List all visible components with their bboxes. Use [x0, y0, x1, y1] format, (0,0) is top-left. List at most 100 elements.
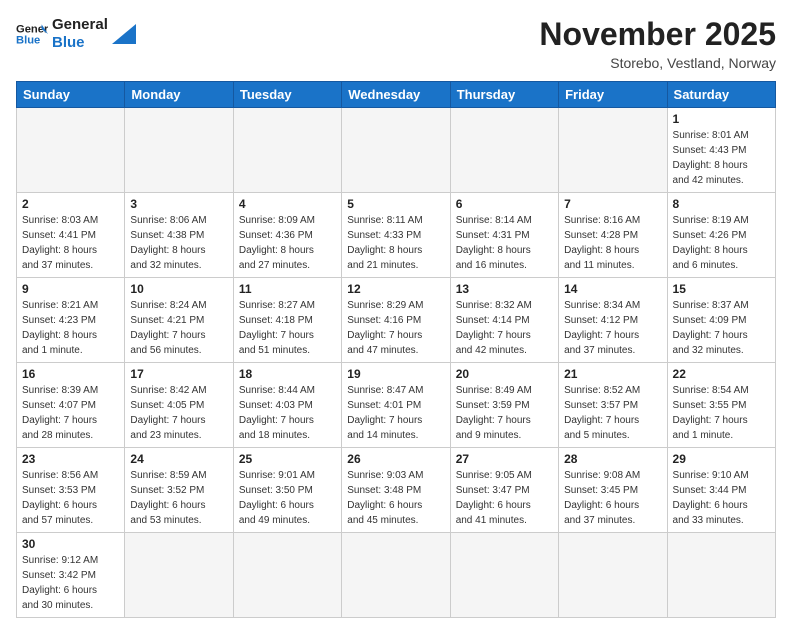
calendar-cell-3-5: 13Sunrise: 8:32 AM Sunset: 4:14 PM Dayli… — [450, 278, 558, 363]
calendar-cell-3-7: 15Sunrise: 8:37 AM Sunset: 4:09 PM Dayli… — [667, 278, 775, 363]
day-number: 19 — [347, 367, 444, 381]
calendar-cell-2-7: 8 Sunrise: 8:19 AM Sunset: 4:26 PM Daylig… — [667, 193, 775, 278]
day-number: 12 — [347, 282, 444, 296]
calendar-cell-4-7: 22 Sunrise: 8:54 AM Sunset: 3:55 PM Dayli… — [667, 363, 775, 448]
calendar-cell-4-5: 20 Sunrise: 8:49 AM Sunset: 3:59 PM Dayli… — [450, 363, 558, 448]
day-number: 24 — [130, 452, 227, 466]
calendar-cell-6-5 — [450, 533, 558, 618]
day-number: 15 — [673, 282, 770, 296]
header-tuesday: Tuesday — [233, 82, 341, 108]
calendar-cell-3-6: 14 Sunrise: 8:34 AM Sunset: 4:12 PM Dayli… — [559, 278, 667, 363]
calendar-cell-2-1: 2Sunrise: 8:03 AM Sunset: 4:41 PM Daylig… — [17, 193, 125, 278]
calendar-cell-1-5 — [450, 108, 558, 193]
day-number: 6 — [456, 197, 553, 211]
calendar-week-2: 2Sunrise: 8:03 AM Sunset: 4:41 PM Daylig… — [17, 193, 776, 278]
calendar-cell-5-7: 29 Sunrise: 9:10 AM Sunset: 3:44 PM Dayli… — [667, 448, 775, 533]
day-number: 20 — [456, 367, 553, 381]
calendar-cell-1-1 — [17, 108, 125, 193]
calendar-week-5: 23 Sunrise: 8:56 AM Sunset: 3:53 PM Dayli… — [17, 448, 776, 533]
logo-icon: General Blue — [16, 18, 48, 50]
day-number: 30 — [22, 537, 119, 551]
calendar-week-4: 16 Sunrise: 8:39 AM Sunset: 4:07 PM Dayli… — [17, 363, 776, 448]
calendar-week-6: 30 Sunrise: 9:12 AM Sunset: 3:42 PM Dayli… — [17, 533, 776, 618]
day-info: Sunrise: 8:16 AM Sunset: 4:28 PM Dayligh… — [564, 213, 661, 273]
day-info: Sunrise: 8:21 AM Sunset: 4:23 PM Dayligh… — [22, 298, 119, 358]
day-number: 4 — [239, 197, 336, 211]
day-info: Sunrise: 8:39 AM Sunset: 4:07 PM Dayligh… — [22, 383, 119, 443]
day-number: 7 — [564, 197, 661, 211]
day-info: Sunrise: 8:11 AM Sunset: 4:33 PM Dayligh… — [347, 213, 444, 273]
calendar-cell-5-6: 28 Sunrise: 9:08 AM Sunset: 3:45 PM Dayli… — [559, 448, 667, 533]
svg-text:Blue: Blue — [16, 35, 40, 47]
calendar-cell-3-3: 11Sunrise: 8:27 AM Sunset: 4:18 PM Dayli… — [233, 278, 341, 363]
day-info: Sunrise: 8:52 AM Sunset: 3:57 PM Dayligh… — [564, 383, 661, 443]
calendar-cell-2-3: 4 Sunrise: 8:09 AM Sunset: 4:36 PM Daylig… — [233, 193, 341, 278]
calendar-table: Sunday Monday Tuesday Wednesday Thursday… — [16, 81, 776, 618]
logo-general: General — [52, 16, 108, 34]
header-saturday: Saturday — [667, 82, 775, 108]
day-number: 28 — [564, 452, 661, 466]
day-number: 22 — [673, 367, 770, 381]
calendar-cell-4-1: 16 Sunrise: 8:39 AM Sunset: 4:07 PM Dayli… — [17, 363, 125, 448]
logo-blue: Blue — [52, 34, 108, 52]
day-number: 2 — [22, 197, 119, 211]
day-number: 18 — [239, 367, 336, 381]
header-wednesday: Wednesday — [342, 82, 450, 108]
day-info: Sunrise: 8:19 AM Sunset: 4:26 PM Dayligh… — [673, 213, 770, 273]
calendar-cell-6-3 — [233, 533, 341, 618]
day-info: Sunrise: 9:03 AM Sunset: 3:48 PM Dayligh… — [347, 468, 444, 528]
day-info: Sunrise: 8:56 AM Sunset: 3:53 PM Dayligh… — [22, 468, 119, 528]
day-number: 26 — [347, 452, 444, 466]
calendar-cell-6-1: 30 Sunrise: 9:12 AM Sunset: 3:42 PM Dayli… — [17, 533, 125, 618]
calendar-cell-6-7 — [667, 533, 775, 618]
calendar-cell-6-4 — [342, 533, 450, 618]
day-number: 16 — [22, 367, 119, 381]
header-monday: Monday — [125, 82, 233, 108]
day-info: Sunrise: 8:34 AM Sunset: 4:12 PM Dayligh… — [564, 298, 661, 358]
day-info: Sunrise: 9:01 AM Sunset: 3:50 PM Dayligh… — [239, 468, 336, 528]
calendar-cell-5-3: 25Sunrise: 9:01 AM Sunset: 3:50 PM Dayli… — [233, 448, 341, 533]
day-number: 8 — [673, 197, 770, 211]
calendar-cell-4-6: 21 Sunrise: 8:52 AM Sunset: 3:57 PM Dayli… — [559, 363, 667, 448]
calendar-cell-2-2: 3Sunrise: 8:06 AM Sunset: 4:38 PM Daylig… — [125, 193, 233, 278]
day-info: Sunrise: 8:06 AM Sunset: 4:38 PM Dayligh… — [130, 213, 227, 273]
day-info: Sunrise: 8:09 AM Sunset: 4:36 PM Dayligh… — [239, 213, 336, 273]
day-info: Sunrise: 9:05 AM Sunset: 3:47 PM Dayligh… — [456, 468, 553, 528]
day-info: Sunrise: 8:54 AM Sunset: 3:55 PM Dayligh… — [673, 383, 770, 443]
day-info: Sunrise: 8:49 AM Sunset: 3:59 PM Dayligh… — [456, 383, 553, 443]
header-friday: Friday — [559, 82, 667, 108]
calendar-cell-1-6 — [559, 108, 667, 193]
day-info: Sunrise: 9:12 AM Sunset: 3:42 PM Dayligh… — [22, 553, 119, 613]
header-thursday: Thursday — [450, 82, 558, 108]
location-subtitle: Storebo, Vestland, Norway — [539, 55, 776, 71]
calendar-cell-1-4 — [342, 108, 450, 193]
day-info: Sunrise: 8:24 AM Sunset: 4:21 PM Dayligh… — [130, 298, 227, 358]
day-number: 29 — [673, 452, 770, 466]
day-info: Sunrise: 8:14 AM Sunset: 4:31 PM Dayligh… — [456, 213, 553, 273]
day-info: Sunrise: 8:32 AM Sunset: 4:14 PM Dayligh… — [456, 298, 553, 358]
day-info: Sunrise: 9:10 AM Sunset: 3:44 PM Dayligh… — [673, 468, 770, 528]
calendar-week-3: 9Sunrise: 8:21 AM Sunset: 4:23 PM Daylig… — [17, 278, 776, 363]
day-info: Sunrise: 8:42 AM Sunset: 4:05 PM Dayligh… — [130, 383, 227, 443]
day-info: Sunrise: 8:01 AM Sunset: 4:43 PM Dayligh… — [673, 128, 770, 188]
day-number: 1 — [673, 112, 770, 126]
calendar-cell-4-2: 17Sunrise: 8:42 AM Sunset: 4:05 PM Dayli… — [125, 363, 233, 448]
calendar-cell-5-4: 26 Sunrise: 9:03 AM Sunset: 3:48 PM Dayli… — [342, 448, 450, 533]
calendar-cell-2-5: 6 Sunrise: 8:14 AM Sunset: 4:31 PM Daylig… — [450, 193, 558, 278]
day-number: 5 — [347, 197, 444, 211]
day-number: 14 — [564, 282, 661, 296]
calendar-cell-2-4: 5 Sunrise: 8:11 AM Sunset: 4:33 PM Daylig… — [342, 193, 450, 278]
calendar-cell-1-2 — [125, 108, 233, 193]
day-number: 21 — [564, 367, 661, 381]
calendar-header-row: Sunday Monday Tuesday Wednesday Thursday… — [17, 82, 776, 108]
day-info: Sunrise: 8:44 AM Sunset: 4:03 PM Dayligh… — [239, 383, 336, 443]
title-block: November 2025 Storebo, Vestland, Norway — [539, 16, 776, 71]
logo-triangle-icon — [112, 24, 136, 44]
day-info: Sunrise: 9:08 AM Sunset: 3:45 PM Dayligh… — [564, 468, 661, 528]
calendar-cell-3-1: 9Sunrise: 8:21 AM Sunset: 4:23 PM Daylig… — [17, 278, 125, 363]
calendar-cell-2-6: 7 Sunrise: 8:16 AM Sunset: 4:28 PM Daylig… — [559, 193, 667, 278]
day-number: 23 — [22, 452, 119, 466]
day-info: Sunrise: 8:27 AM Sunset: 4:18 PM Dayligh… — [239, 298, 336, 358]
calendar-week-1: 1 Sunrise: 8:01 AM Sunset: 4:43 PM Daylig… — [17, 108, 776, 193]
calendar-cell-4-4: 19Sunrise: 8:47 AM Sunset: 4:01 PM Dayli… — [342, 363, 450, 448]
